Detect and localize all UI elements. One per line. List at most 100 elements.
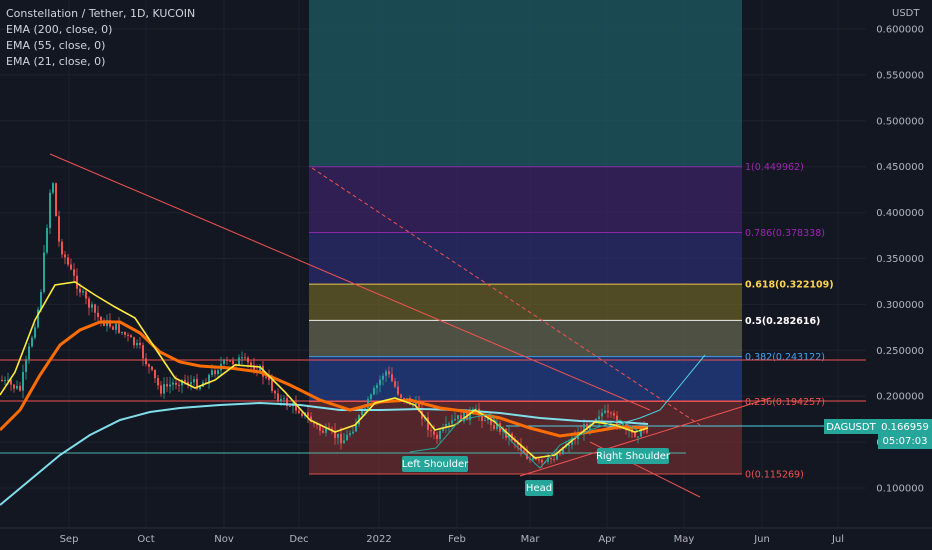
- candle-body: [382, 375, 384, 380]
- candle-body: [376, 385, 378, 389]
- indicator-ema-200[interactable]: EMA (200, close, 0): [6, 22, 195, 38]
- candle-body: [247, 357, 249, 363]
- candle-body: [136, 343, 138, 346]
- candle-body: [604, 410, 606, 413]
- candle-body: [457, 415, 459, 419]
- candle-body: [241, 357, 243, 359]
- candle-body: [85, 291, 87, 299]
- candle-body: [322, 430, 324, 433]
- candle-body: [145, 358, 147, 365]
- symbol-tag-text: DAGUSDT: [826, 422, 876, 433]
- time-tick-label: Feb: [448, 534, 466, 545]
- candle-body: [454, 418, 456, 421]
- candle-body: [226, 359, 228, 361]
- candle-body: [439, 430, 441, 439]
- candle-body: [223, 359, 225, 364]
- left-shoulder-label[interactable]: Left Shoulder: [402, 456, 469, 472]
- candle-body: [646, 430, 648, 433]
- candle-body: [343, 440, 345, 444]
- candle-body: [211, 370, 213, 375]
- candle-body: [88, 298, 90, 308]
- candle-body: [151, 366, 153, 370]
- candle-body: [91, 304, 93, 308]
- chart-window[interactable]: 1(0.449962) 0.786(0.378338) 0.618(0.322109…: [0, 0, 932, 550]
- time-tick-label: 2022: [366, 534, 391, 545]
- right-shoulder-label[interactable]: Right Shoulder: [596, 448, 671, 464]
- candle-body: [550, 457, 552, 460]
- candle-body: [52, 183, 54, 193]
- candle-body: [169, 384, 171, 387]
- candle-body: [370, 394, 372, 400]
- candle-body: [184, 379, 186, 382]
- candle-body: [352, 431, 354, 434]
- fib-level-label: 0.786(0.378338): [745, 228, 825, 239]
- candle-body: [175, 382, 177, 385]
- price-tick-label: 0.350000: [876, 254, 924, 265]
- candle-body: [598, 416, 600, 419]
- indicator-ema-21[interactable]: EMA (21, close, 0): [6, 54, 195, 70]
- candle-body: [67, 257, 69, 265]
- candle-body: [61, 241, 63, 255]
- price-tag-value: 0.166959: [881, 422, 929, 433]
- candle-body: [433, 431, 435, 435]
- candle-body: [610, 412, 612, 414]
- indicator-ema-55[interactable]: EMA (55, close, 0): [6, 38, 195, 54]
- price-tick-label: 0.250000: [876, 346, 924, 357]
- candle-body: [79, 288, 81, 293]
- fib-level-label: 0.382(0.243122): [745, 352, 825, 363]
- candle-body: [118, 323, 120, 333]
- time-tick-label: May: [674, 534, 695, 545]
- fib-zone: [309, 401, 742, 474]
- candle-body: [160, 385, 162, 394]
- candle-body: [493, 424, 495, 430]
- candle-body: [232, 360, 234, 365]
- time-tick-label: Oct: [137, 534, 154, 545]
- time-tick-label: Dec: [289, 534, 308, 545]
- candle-body: [22, 372, 24, 391]
- candle-body: [346, 434, 348, 441]
- price-tag-countdown: 05:07:03: [883, 436, 928, 447]
- candle-body: [283, 398, 285, 400]
- candle-body: [637, 436, 639, 438]
- candle-body: [397, 386, 399, 395]
- candle-body: [70, 264, 72, 270]
- candle-body: [385, 371, 387, 376]
- price-chart[interactable]: 1(0.449962) 0.786(0.378338) 0.618(0.322109…: [0, 0, 932, 550]
- fib-zone-extension: [309, 0, 742, 167]
- candle-body: [484, 420, 486, 422]
- candle-body: [217, 370, 219, 375]
- right-shoulder-text: Right Shoulder: [596, 451, 671, 462]
- candle-body: [301, 413, 303, 416]
- candle-body: [58, 216, 60, 242]
- candle-body: [250, 362, 252, 366]
- candle-body: [43, 252, 45, 292]
- price-tick-label: 0.200000: [876, 392, 924, 403]
- fib-level-label: 1(0.449962): [745, 162, 804, 173]
- candle-body: [100, 316, 102, 321]
- time-tick-label: Jun: [753, 534, 770, 545]
- fib-zone: [309, 284, 742, 321]
- candle-body: [337, 433, 339, 438]
- candle-body: [73, 269, 75, 276]
- candle-body: [94, 304, 96, 313]
- candle-body: [112, 326, 114, 330]
- candle-body: [340, 433, 342, 444]
- candle-body: [31, 337, 33, 347]
- candle-body: [553, 459, 555, 461]
- candle-body: [634, 432, 636, 437]
- candle-body: [34, 327, 36, 338]
- fib-zone: [309, 232, 742, 285]
- candle-body: [436, 434, 438, 439]
- candle-body: [154, 369, 156, 379]
- candle-body: [115, 323, 117, 330]
- candle-body: [391, 374, 393, 382]
- candle-body: [238, 357, 240, 366]
- symbol-title[interactable]: Constellation / Tether, 1D, KUCOIN: [6, 6, 195, 22]
- candle-body: [178, 384, 180, 386]
- head-label[interactable]: Head: [525, 480, 553, 496]
- candle-body: [28, 346, 30, 360]
- fib-zone: [309, 166, 742, 233]
- candle-body: [379, 379, 381, 386]
- chart-legend[interactable]: Constellation / Tether, 1D, KUCOIN EMA (…: [6, 6, 195, 70]
- price-tick-label: 0.550000: [876, 70, 924, 81]
